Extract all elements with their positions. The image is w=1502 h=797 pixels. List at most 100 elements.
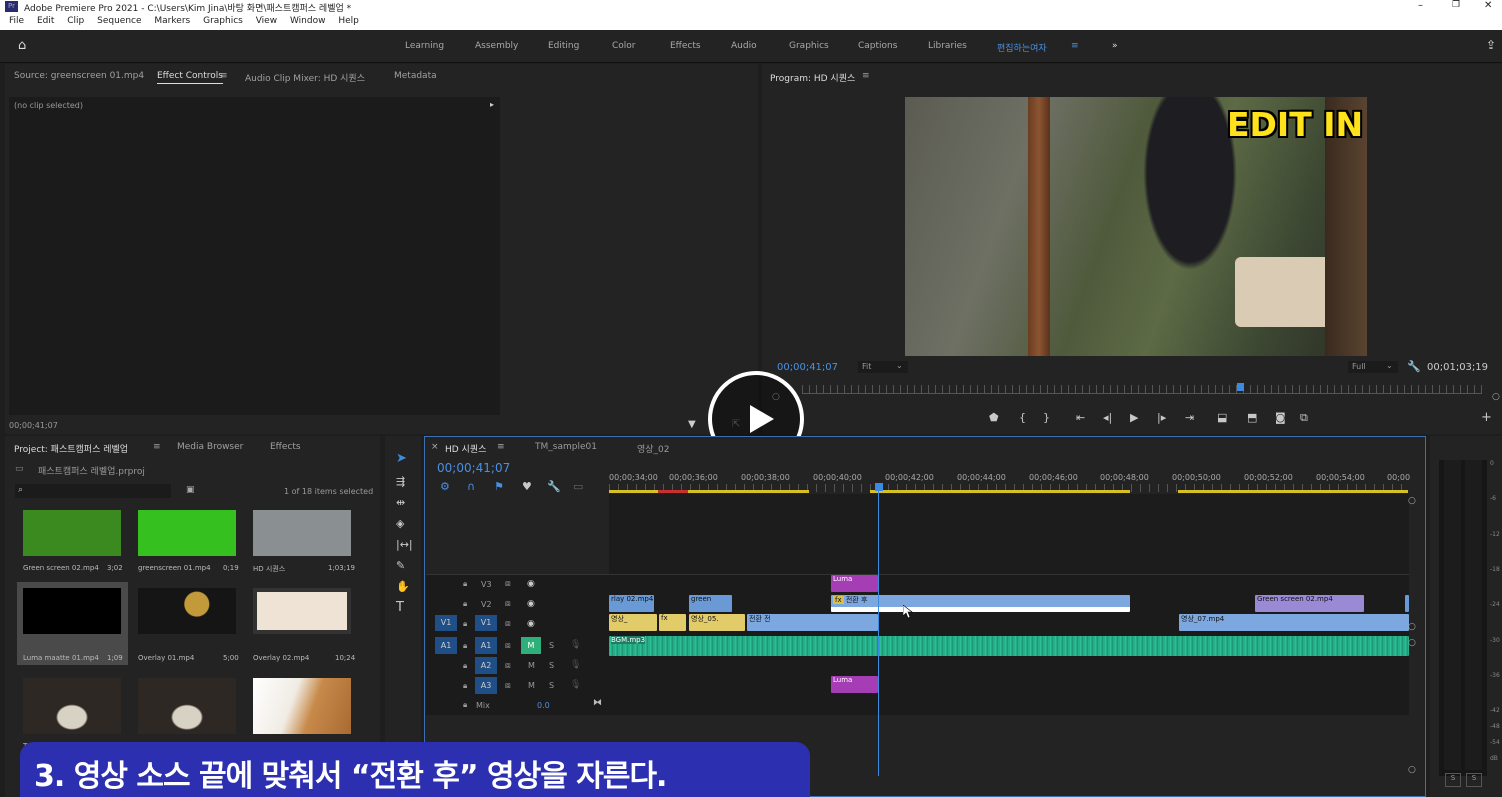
menu-sequence[interactable]: Sequence — [97, 16, 141, 26]
camera-icon[interactable]: ◙ — [1275, 412, 1286, 423]
more-workspaces-icon[interactable]: » — [1112, 41, 1118, 51]
source-patch-a1[interactable]: A1 — [435, 637, 457, 654]
timeline-tab-tm-sample[interactable]: TM_sample01 — [535, 442, 597, 452]
mix-value[interactable]: 0.0 — [537, 701, 550, 710]
nest-icon[interactable]: ⚙ — [440, 481, 450, 492]
zoom-handle-icon[interactable]: ○ — [1408, 622, 1416, 632]
mute-a3-button[interactable]: M — [528, 681, 535, 690]
slip-tool-icon[interactable]: |↔| — [396, 539, 413, 550]
clip-video-05[interactable]: 영상_05. — [689, 614, 745, 631]
thumb-greenscreen-01[interactable] — [138, 510, 236, 556]
solo-left-button[interactable]: S — [1445, 773, 1461, 787]
expand-arrow-icon[interactable]: ▸ — [490, 100, 494, 109]
new-bin-icon[interactable]: ▣ — [186, 485, 195, 495]
program-scrub-ruler[interactable] — [802, 385, 1482, 394]
workspace-color[interactable]: Color — [612, 41, 636, 51]
hand-tool-icon[interactable]: ✋ — [396, 581, 410, 592]
lift-icon[interactable]: ⬓ — [1217, 412, 1227, 423]
timeline-timecode[interactable]: 00;00;41;07 — [437, 461, 510, 475]
compare-view-icon[interactable]: ⧉ — [1300, 412, 1308, 423]
eye-icon[interactable]: ◉ — [527, 599, 535, 609]
project-search-input[interactable]: ⌕ — [15, 484, 171, 498]
clip-before-transition[interactable]: 전환 전 — [747, 614, 878, 631]
clip-green[interactable]: green — [689, 595, 732, 612]
captions-icon[interactable]: ▭ — [573, 481, 583, 492]
pen-tool-icon[interactable]: ✎ — [396, 560, 405, 571]
menu-file[interactable]: File — [9, 16, 24, 26]
tab-metadata[interactable]: Metadata — [394, 71, 437, 81]
menu-graphics[interactable]: Graphics — [203, 16, 243, 26]
step-back-icon[interactable]: ◂| — [1103, 412, 1112, 423]
extract-icon[interactable]: ⬒ — [1247, 412, 1257, 423]
mix-expand-icon[interactable]: ⧓ — [593, 698, 602, 708]
lock-icon[interactable]: 🔒︎ — [463, 599, 467, 609]
sync-icon[interactable]: ⧈ — [505, 579, 511, 589]
mark-out-icon[interactable]: } — [1043, 412, 1050, 423]
mic-icon[interactable]: 🎙︎ — [570, 660, 581, 670]
snap-magnet-icon[interactable]: ∩ — [467, 481, 475, 492]
clip-luma-v3[interactable]: Luma — [831, 575, 878, 592]
workspace-libraries[interactable]: Libraries — [928, 41, 967, 51]
menu-window[interactable]: Window — [290, 16, 326, 26]
workspace-custom[interactable]: 편집하는여자 — [997, 41, 1047, 54]
fit-select[interactable]: Fit ⌄ — [858, 361, 908, 373]
play-icon[interactable]: ▶ — [1130, 412, 1138, 423]
track-a3-label[interactable]: A3 — [475, 677, 497, 694]
add-marker-icon[interactable]: ⬟ — [989, 412, 999, 423]
program-playhead[interactable] — [1237, 383, 1244, 391]
track-a2-label[interactable]: A2 — [475, 657, 497, 674]
menu-view[interactable]: View — [256, 16, 277, 26]
go-to-in-icon[interactable]: ⇤ — [1076, 412, 1085, 423]
track-v1-label[interactable]: V1 — [475, 615, 497, 631]
clip-video-a[interactable]: 영상_ — [609, 614, 657, 631]
track-select-tool-icon[interactable]: ⇶ — [396, 476, 405, 487]
button-editor-plus-icon[interactable]: + — [1481, 411, 1492, 424]
tab-source[interactable]: Source: greenscreen 01.mp4 — [14, 71, 144, 81]
thumb-arch-01[interactable] — [23, 678, 121, 734]
lock-icon[interactable]: 🔒︎ — [463, 681, 467, 691]
timeline-menu-icon[interactable]: ≡ — [497, 442, 505, 452]
workspace-audio[interactable]: Audio — [731, 41, 757, 51]
solo-a2-button[interactable]: S — [549, 661, 554, 670]
tab-effect-controls[interactable]: Effect Controls — [157, 71, 223, 84]
thumb-luma-matte-01[interactable] — [23, 588, 121, 634]
lock-icon[interactable]: 🔒︎ — [463, 579, 467, 589]
thumb-overlay-01[interactable] — [138, 588, 236, 634]
out-marker-icon[interactable]: ○ — [1492, 392, 1500, 402]
home-icon[interactable]: ⌂ — [18, 38, 26, 53]
restore-icon[interactable]: ❐ — [1452, 0, 1460, 10]
clip-green-screen-02[interactable]: Green screen 02.mp4 — [1255, 595, 1364, 612]
timeline-tab-video02[interactable]: 영상_02 — [637, 442, 670, 455]
settings-wrench-icon[interactable]: 🔧 — [1407, 360, 1421, 373]
lock-icon[interactable]: 🔒︎ — [463, 700, 467, 710]
lock-icon[interactable]: 🔒︎ — [463, 641, 467, 651]
thumb-green-screen-02[interactable] — [23, 510, 121, 556]
sync-icon[interactable]: ⧈ — [505, 681, 511, 691]
lock-icon[interactable]: 🔒︎ — [463, 661, 467, 671]
clip-v2-edge[interactable] — [1405, 595, 1409, 612]
tab-media-browser[interactable]: Media Browser — [177, 442, 243, 452]
sync-icon[interactable]: ⧈ — [505, 661, 511, 671]
lock-icon[interactable]: 🔒︎ — [463, 619, 467, 629]
clip-fx-small[interactable]: fx — [659, 614, 686, 631]
solo-right-button[interactable]: S — [1466, 773, 1482, 787]
thumb-building[interactable] — [253, 678, 351, 734]
menu-clip[interactable]: Clip — [67, 16, 84, 26]
razor-tool-icon[interactable]: ◈ — [396, 518, 404, 529]
linked-selection-icon[interactable]: ⚑ — [494, 481, 504, 492]
track-a1-label[interactable]: A1 — [475, 637, 497, 654]
tab-audio-clip-mixer[interactable]: Audio Clip Mixer: HD 시퀀스 — [245, 71, 365, 84]
project-menu-icon[interactable]: ≡ — [153, 442, 161, 452]
thumb-arch-02[interactable] — [138, 678, 236, 734]
quality-select[interactable]: Full ⌄ — [1348, 361, 1398, 373]
workspace-graphics[interactable]: Graphics — [789, 41, 829, 51]
zoom-handle-icon[interactable]: ○ — [1408, 638, 1416, 648]
track-v2-label[interactable]: V2 — [481, 600, 492, 609]
minimize-icon[interactable]: – — [1418, 0, 1423, 11]
timeline-tab-hd[interactable]: HD 시퀀스 — [445, 442, 486, 455]
workspace-menu-icon[interactable]: ≡ — [1071, 41, 1079, 51]
mute-a1-button[interactable]: M — [521, 637, 541, 654]
workspace-captions[interactable]: Captions — [858, 41, 897, 51]
menu-edit[interactable]: Edit — [37, 16, 54, 26]
clip-luma-a3[interactable]: Luma — [831, 676, 878, 693]
